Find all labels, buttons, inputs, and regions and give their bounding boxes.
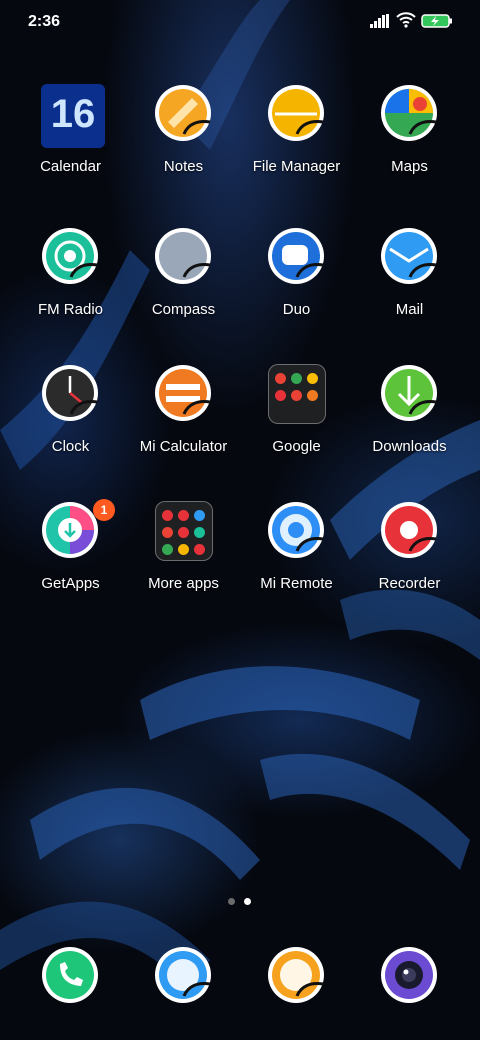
file-manager-icon <box>268 85 324 141</box>
app-label: File Manager <box>252 158 341 175</box>
status-bar: 2:36 <box>0 0 480 44</box>
dock <box>0 946 480 1006</box>
app-fm-radio[interactable]: FM Radio <box>14 227 127 347</box>
app-label: Downloads <box>372 438 447 455</box>
app-label: Calendar <box>40 158 101 175</box>
app-label: Compass <box>151 301 216 318</box>
app-label: More apps <box>148 575 219 592</box>
app-downloads[interactable]: Downloads <box>353 364 466 484</box>
app-label: FM Radio <box>37 301 104 318</box>
app-mi-remote[interactable]: Mi Remote <box>240 501 353 621</box>
app-label: Mail <box>395 301 424 318</box>
folder-more-apps[interactable]: More apps <box>127 501 240 621</box>
app-notes[interactable]: Notes <box>127 84 240 204</box>
recorder-icon <box>381 502 437 558</box>
google-folder-icon <box>268 364 326 424</box>
app-maps[interactable]: Maps <box>353 84 466 204</box>
app-label: Google <box>272 438 321 455</box>
duo-icon <box>268 228 324 284</box>
battery-charging-icon <box>421 14 452 28</box>
app-label: Mi Calculator <box>139 438 228 455</box>
app-label: Notes <box>163 158 204 175</box>
app-label: Maps <box>391 158 428 175</box>
app-compass[interactable]: Compass <box>127 227 240 347</box>
page-dot <box>228 898 235 905</box>
folder-google[interactable]: Google <box>240 364 353 484</box>
fm-radio-icon <box>42 228 98 284</box>
app-label: Recorder <box>378 575 441 592</box>
mail-icon <box>381 228 437 284</box>
messages-icon[interactable] <box>154 946 212 1004</box>
app-calendar[interactable]: 16 Calendar <box>14 84 127 204</box>
wifi-icon <box>396 12 416 28</box>
camera-icon[interactable] <box>380 946 438 1004</box>
compass-icon <box>155 228 211 284</box>
app-label: GetApps <box>41 575 100 592</box>
clock-icon <box>42 365 98 421</box>
calendar-day: 16 <box>50 92 96 136</box>
app-recorder[interactable]: Recorder <box>353 501 466 621</box>
page-dot-active <box>244 898 251 905</box>
mi-remote-icon <box>268 502 324 558</box>
downloads-icon <box>381 365 437 421</box>
app-label: Duo <box>282 301 311 318</box>
app-clock[interactable]: Clock <box>14 364 127 484</box>
getapps-icon <box>42 502 98 558</box>
app-file-manager[interactable]: File Manager <box>240 84 353 204</box>
notification-badge: 1 <box>93 499 115 521</box>
signal-icon <box>370 14 389 28</box>
app-duo[interactable]: Duo <box>240 227 353 347</box>
status-time: 2:36 <box>28 13 61 30</box>
calendar-icon: 16 <box>41 84 105 148</box>
browser-icon[interactable] <box>267 946 325 1004</box>
app-mi-calculator[interactable]: Mi Calculator <box>127 364 240 484</box>
app-mail[interactable]: Mail <box>353 227 466 347</box>
calculator-icon <box>155 365 211 421</box>
maps-icon <box>381 85 437 141</box>
more-apps-folder-icon <box>155 501 213 561</box>
app-label: Mi Remote <box>260 575 333 592</box>
notes-icon <box>155 85 211 141</box>
app-getapps[interactable]: 1 GetApps <box>14 499 127 621</box>
page-indicator <box>228 898 258 906</box>
phone-icon[interactable] <box>41 946 99 1004</box>
app-label: Clock <box>51 438 90 455</box>
